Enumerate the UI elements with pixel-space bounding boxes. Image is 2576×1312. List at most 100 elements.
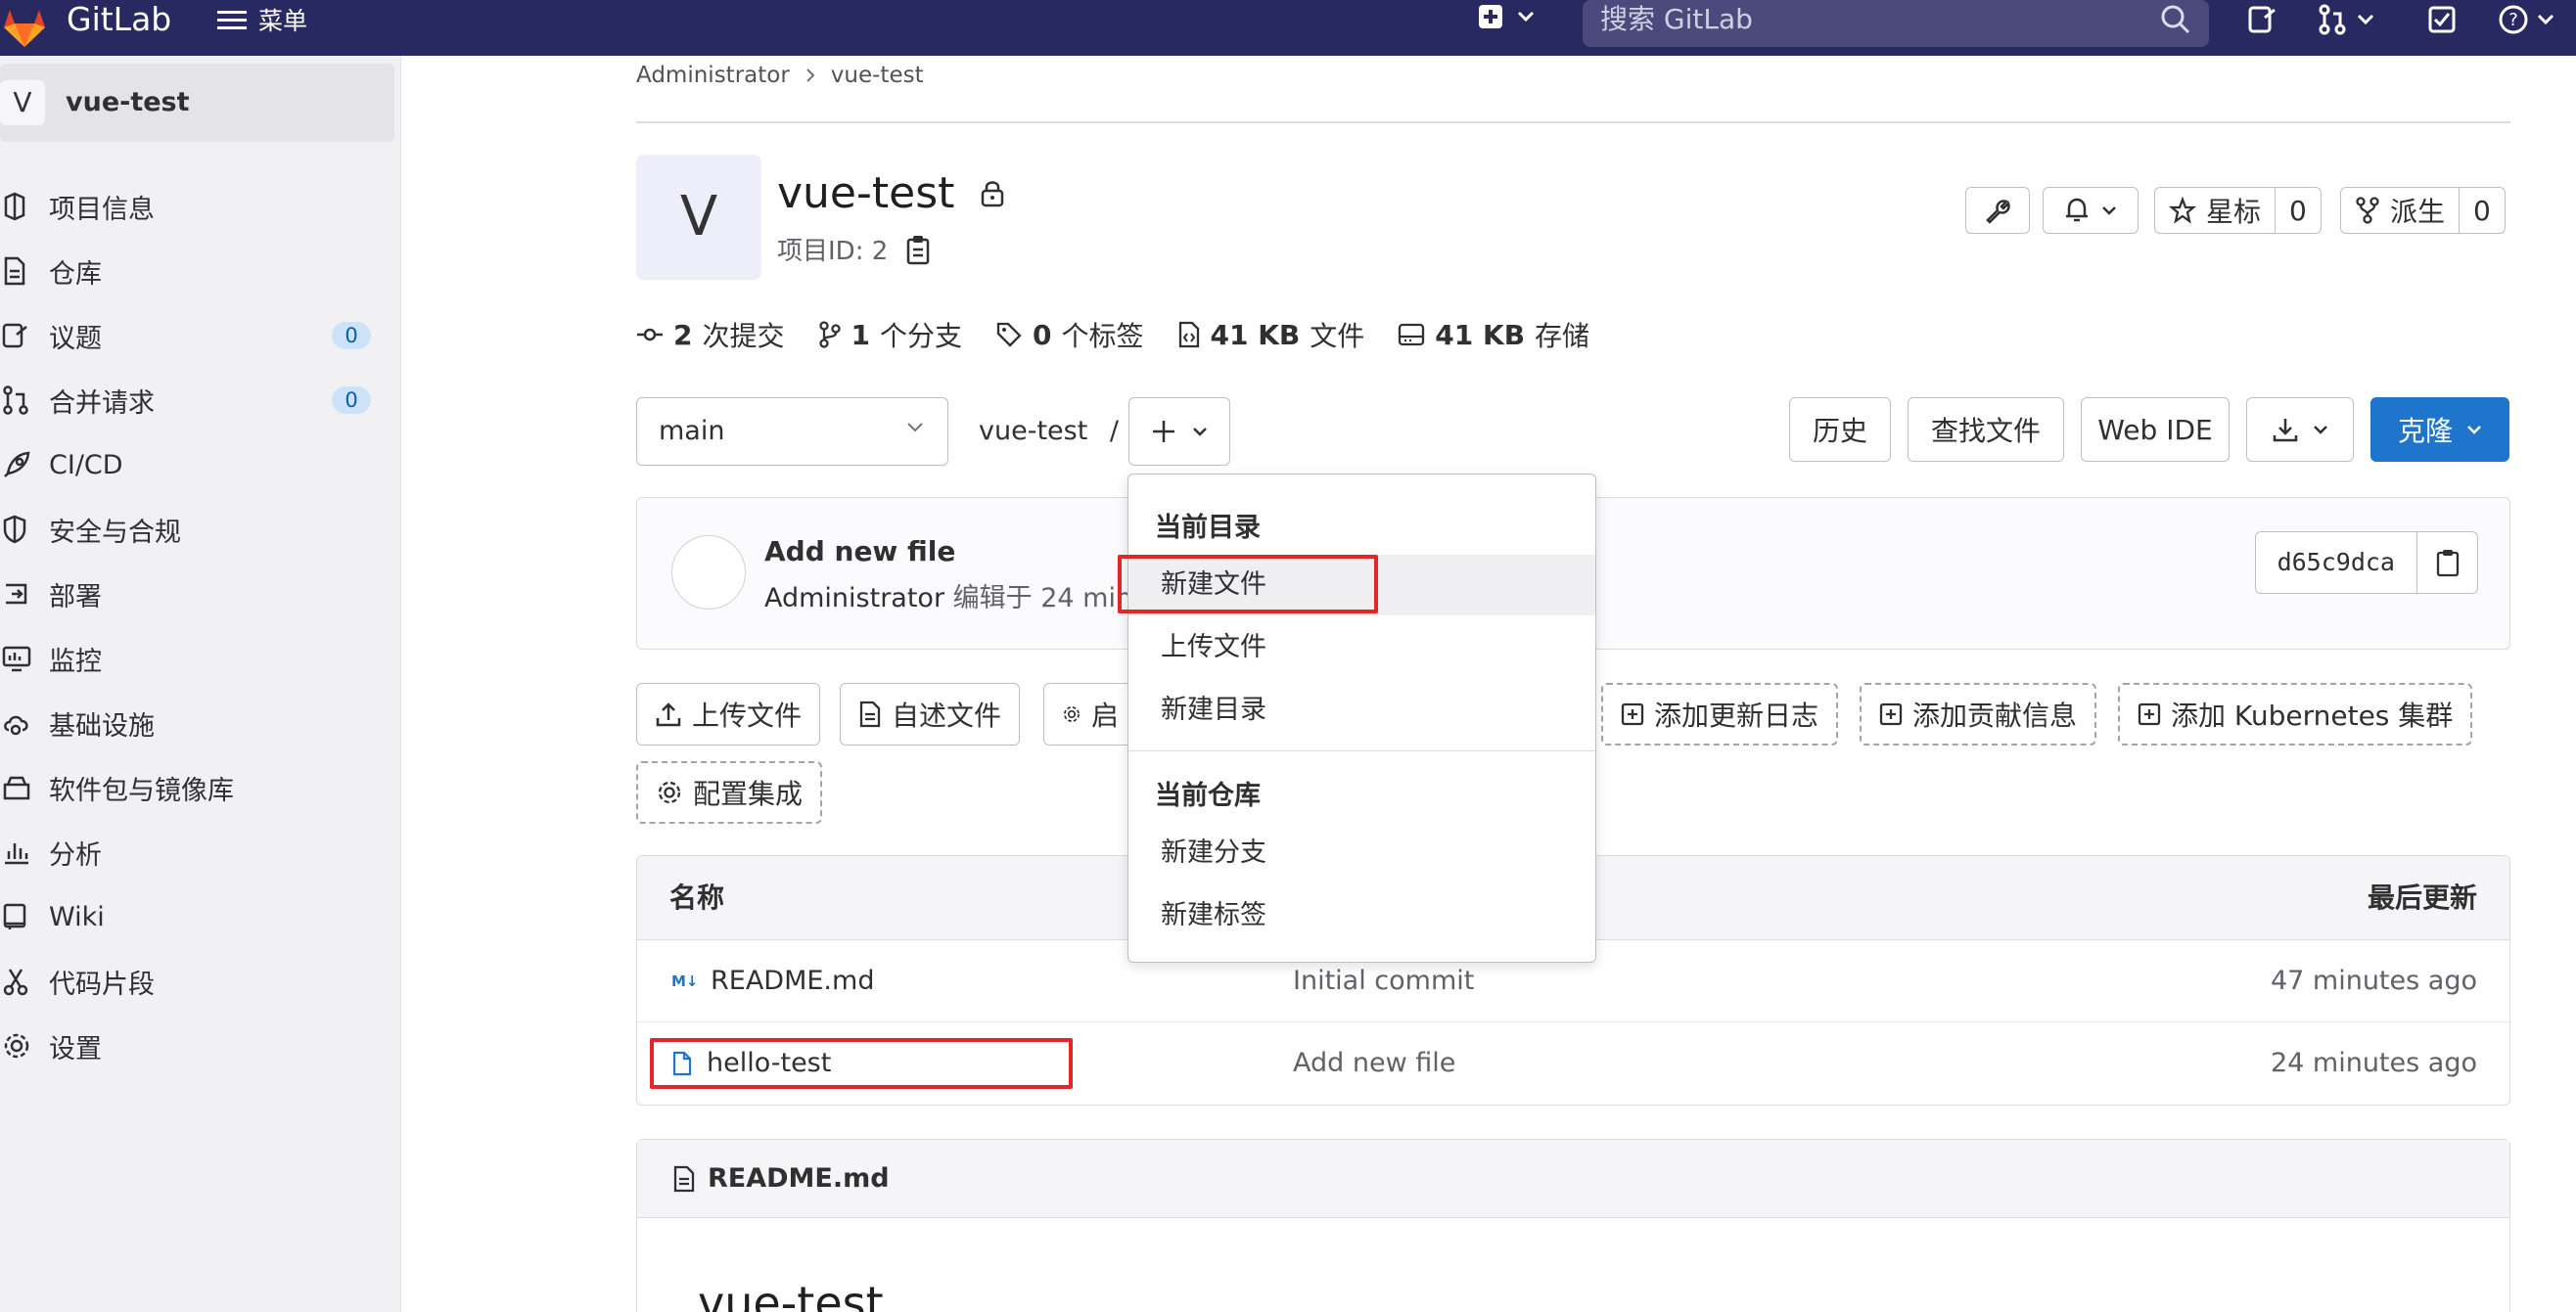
enable-button[interactable]: 启 — [1043, 683, 1137, 746]
commits-stat[interactable]: 2 次提交 — [636, 315, 785, 354]
upload-file-button[interactable]: 上传文件 — [636, 683, 821, 746]
breadcrumb-current[interactable]: vue-test — [831, 63, 924, 88]
star-button[interactable]: 星标 0 — [2154, 187, 2322, 234]
settings-wrench-button[interactable] — [1965, 187, 2030, 234]
issues-count-badge: 0 — [332, 322, 371, 349]
merge-request-icon — [0, 376, 49, 425]
sidebar-item-monitor[interactable]: 监控 — [0, 634, 391, 683]
history-button[interactable]: 历史 — [1789, 397, 1891, 462]
commit-author[interactable]: Administrator — [764, 583, 944, 613]
add-changelog-button[interactable]: 添加更新日志 — [1601, 683, 1839, 746]
readme-filename[interactable]: README.md — [708, 1163, 890, 1194]
fork-label: 派生 — [2390, 196, 2446, 228]
author-avatar[interactable] — [671, 535, 746, 610]
fork-button[interactable]: 派生 0 — [2340, 187, 2506, 234]
sidebar-item-label: 监控 — [49, 646, 102, 677]
sidebar-item-label: 安全与合规 — [49, 517, 181, 548]
merge-requests-count-badge: 0 — [332, 386, 371, 414]
menu-divider — [1128, 750, 1595, 751]
notification-dropdown[interactable] — [2043, 187, 2139, 234]
commits-count: 2 — [673, 318, 693, 351]
copy-sha-button[interactable] — [2416, 532, 2477, 593]
menu-item-new-tag[interactable]: 新建标签 — [1128, 885, 1595, 946]
files-label: 文件 — [1310, 320, 1365, 352]
web-ide-button[interactable]: Web IDE — [2081, 397, 2230, 462]
fork-count[interactable]: 0 — [2459, 188, 2505, 233]
add-to-tree-dropdown[interactable] — [1128, 397, 1230, 466]
search-input[interactable]: 搜索 GitLab — [1583, 0, 2209, 47]
menu-button[interactable]: 菜单 — [217, 0, 307, 39]
file-name[interactable]: README.md — [711, 940, 874, 1022]
commit-message[interactable]: Add new file — [1293, 1022, 1455, 1105]
chevron-down-icon — [907, 423, 923, 432]
sidebar-item-merge-requests[interactable]: 合并请求 0 — [0, 376, 391, 425]
tags-stat[interactable]: 0 个标签 — [995, 315, 1144, 354]
file-name-cell[interactable]: M↓ README.md — [671, 940, 874, 1022]
sidebar-item-analytics[interactable]: 分析 — [0, 828, 391, 877]
sidebar-item-cicd[interactable]: CI/CD — [0, 440, 391, 489]
sidebar-item-label: 合并请求 — [49, 387, 155, 419]
sidebar-item-packages[interactable]: 软件包与镜像库 — [0, 763, 391, 812]
star-count[interactable]: 0 — [2275, 188, 2321, 233]
menu-item-new-directory[interactable]: 新建目录 — [1128, 680, 1595, 741]
branches-stat[interactable]: 1 个分支 — [818, 315, 962, 354]
sidebar-item-deploy[interactable]: 部署 — [0, 569, 391, 618]
sidebar-item-label: 基础设施 — [49, 710, 155, 742]
sidebar-item-label: 仓库 — [49, 258, 102, 290]
sidebar-item-security[interactable]: 安全与合规 — [0, 505, 391, 554]
download-icon — [2273, 419, 2298, 442]
clone-dropdown-button[interactable]: 克隆 — [2370, 397, 2509, 462]
create-new-dropdown[interactable] — [1478, 4, 1535, 29]
add-kubernetes-button[interactable]: 添加 Kubernetes 集群 — [2118, 683, 2473, 746]
chevron-right-icon — [806, 68, 815, 82]
star-label: 星标 — [2206, 196, 2262, 228]
files-stat[interactable]: 41 KB 文件 — [1177, 315, 1365, 354]
menu-item-new-branch[interactable]: 新建分支 — [1128, 823, 1595, 883]
todo-icon[interactable] — [2427, 4, 2457, 35]
issues-icon[interactable] — [2247, 4, 2277, 35]
breadcrumb-parent[interactable]: Administrator — [636, 63, 790, 88]
readme-button[interactable]: 自述文件 — [840, 683, 1021, 746]
sidebar-item-label: 议题 — [49, 323, 102, 354]
find-file-button[interactable]: 查找文件 — [1908, 397, 2064, 462]
help-icon[interactable]: ? — [2498, 4, 2529, 35]
chevron-down-icon[interactable] — [2537, 14, 2554, 25]
highlight-box-hello-test — [650, 1038, 1073, 1089]
sidebar-item-snippets[interactable]: 代码片段 — [0, 957, 391, 1006]
fork-icon — [2356, 197, 2379, 224]
sidebar-item-infrastructure[interactable]: 基础设施 — [0, 699, 391, 747]
gitlab-logo-icon[interactable] — [0, 6, 49, 49]
readme-header: README.md — [637, 1140, 2509, 1218]
bell-icon — [2066, 198, 2088, 222]
chevron-down-icon[interactable] — [2357, 14, 2374, 25]
project-title-row: vue-test — [777, 168, 1005, 218]
brand-name[interactable]: GitLab — [67, 0, 171, 39]
top-navbar: GitLab 菜单 搜索 GitLab ? — [0, 0, 2576, 56]
storage-stat[interactable]: 41 KB 存储 — [1398, 315, 1589, 354]
add-contributing-button[interactable]: 添加贡献信息 — [1860, 683, 2097, 746]
package-icon — [0, 763, 49, 812]
configure-integrations-button[interactable]: 配置集成 — [636, 761, 823, 824]
sidebar-project-link[interactable]: V vue-test — [0, 64, 394, 142]
merge-request-icon[interactable] — [2318, 4, 2347, 35]
sidebar-item-wiki[interactable]: Wiki — [0, 892, 391, 941]
commit-title[interactable]: Add new file — [764, 535, 955, 567]
branch-select[interactable]: main — [636, 397, 948, 466]
download-dropdown[interactable] — [2246, 397, 2354, 462]
sidebar: V vue-test 项目信息 仓库 议题 0 合并请求 0 CI/CD 安全与… — [0, 56, 401, 1312]
sidebar-item-label: CI/CD — [49, 449, 123, 480]
plus-icon — [1153, 421, 1174, 442]
commit-sha[interactable]: d65c9dca — [2256, 532, 2416, 593]
sidebar-item-settings[interactable]: 设置 — [0, 1021, 391, 1070]
menu-item-upload-file[interactable]: 上传文件 — [1128, 617, 1595, 678]
sidebar-item-project-info[interactable]: 项目信息 — [0, 182, 391, 231]
repo-path-root[interactable]: vue-test — [979, 416, 1087, 446]
last-update-time: 47 minutes ago — [2270, 966, 2477, 996]
readme-panel: README.md vue-test — [636, 1139, 2510, 1312]
highlight-box-new-file — [1118, 555, 1378, 613]
sidebar-project-name: vue-test — [66, 87, 190, 117]
copy-icon[interactable] — [905, 234, 931, 265]
sidebar-item-issues[interactable]: 议题 0 — [0, 311, 391, 360]
sidebar-item-repository[interactable]: 仓库 — [0, 247, 391, 295]
file-code-icon — [1178, 321, 1199, 348]
